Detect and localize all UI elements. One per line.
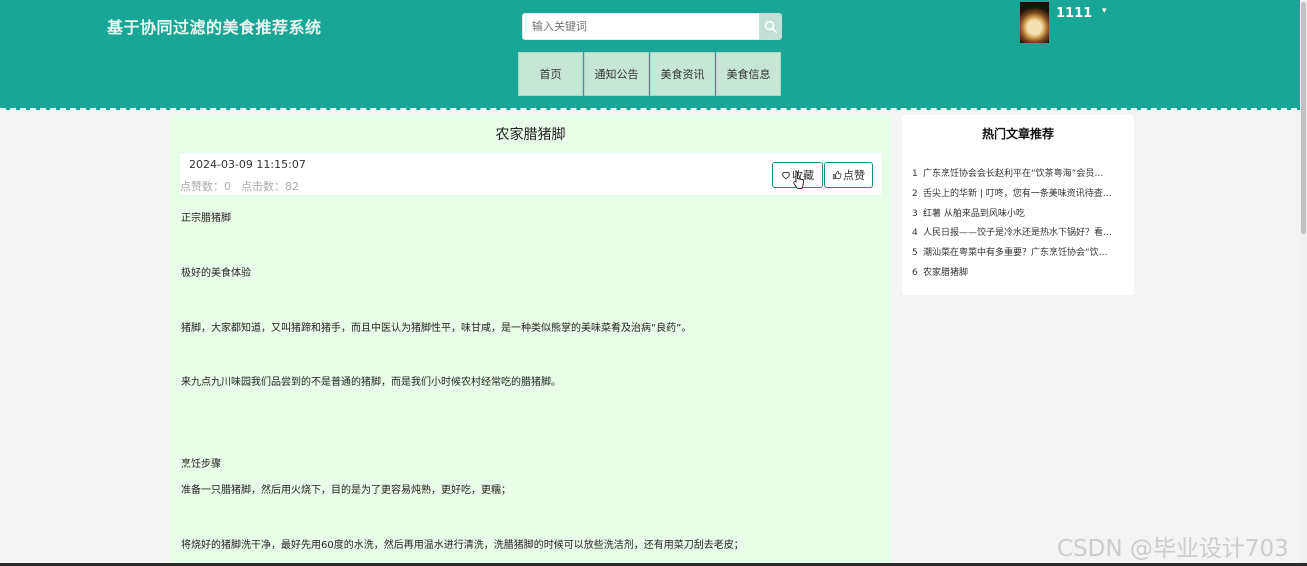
like-button[interactable]: 点赞 (824, 162, 873, 188)
nav-food-news[interactable]: 美食资讯 (650, 52, 715, 96)
hot-article-title: 农家腊猪脚 (923, 268, 969, 278)
user-name[interactable]: 1111 (1056, 6, 1092, 21)
hot-article-number: 1 (912, 169, 918, 179)
hot-article-number: 4 (912, 228, 918, 238)
hot-article-number: 3 (912, 209, 918, 219)
hot-article-item[interactable]: 4 人民日报——饺子是冷水还是热水下锅好？看… (912, 225, 1126, 239)
nav-food-info[interactable]: 美食信息 (716, 52, 781, 96)
article-meta: 2024-03-09 11:15:07 点赞数：0 点击数：82 收藏 点赞 (180, 153, 881, 195)
hot-article-item[interactable]: 5 潮汕菜在粤菜中有多重要？广东烹饪协会“饮… (912, 245, 1126, 259)
scrollbar-thumb[interactable] (1301, 2, 1306, 234)
mouse-cursor-icon (793, 171, 805, 189)
thumbs-up-icon (832, 170, 842, 180)
article-title: 农家腊猪脚 (495, 127, 566, 143)
user-menu-caret-icon[interactable]: ▾ (1102, 6, 1107, 16)
like-label: 点赞 (843, 169, 865, 182)
hot-article-title: 红薯 从舶来品到风味小吃 (923, 209, 1025, 219)
hot-article-number: 5 (912, 248, 918, 258)
search-icon (764, 20, 777, 33)
article-paragraph: 正宗腊猪脚 (181, 213, 231, 224)
main-nav: 首页 通知公告 美食资讯 美食信息 (518, 52, 781, 97)
article-paragraph: 来九点九川味园我们品尝到的不是普通的猪脚，而是我们小时候农村经常吃的腊猪脚。 (181, 377, 561, 388)
hot-article-number: 6 (912, 268, 918, 278)
hot-article-title: 舌尖上的华新 | 叮咚，您有一条美味资讯待查… (923, 189, 1112, 199)
like-count: 点赞数：0 (180, 180, 231, 193)
article-paragraph: 准备一只腊猪脚，然后用火烧下，目的是为了更容易炖熟，更好吃，更糯； (181, 485, 511, 496)
hot-article-title: 人民日报——饺子是冷水还是热水下锅好？看… (923, 228, 1113, 238)
article-paragraph: 猪脚，大家都知道，又叫猪蹄和猪手，而且中医认为猪脚性平，味甘咸，是一种类似熊掌的… (181, 323, 692, 334)
brand-title[interactable]: 基于协同过滤的美食推荐系统 (107, 14, 322, 38)
sidebar-title: 热门文章推荐 (981, 127, 1054, 141)
article-panel: 农家腊猪脚 2024-03-09 11:15:07 点赞数：0 点击数：82 收… (170, 115, 891, 566)
hot-article-title: 潮汕菜在粤菜中有多重要？广东烹饪协会“饮… (923, 248, 1108, 258)
hot-article-item[interactable]: 2 舌尖上的华新 | 叮咚，您有一条美味资讯待查… (912, 186, 1126, 200)
article-date: 2024-03-09 11:15:07 (189, 158, 306, 171)
search-button[interactable] (759, 13, 782, 40)
article-paragraph: 将烧好的猪脚洗干净，最好先用60度的水洗，然后再用温水进行清洗，洗腊猪脚的时候可… (181, 540, 744, 551)
hot-article-number: 2 (912, 189, 918, 199)
hot-article-item[interactable]: 3 红薯 从舶来品到风味小吃 (912, 206, 1126, 220)
user-avatar[interactable] (1020, 2, 1049, 43)
article-paragraph: 极好的美食体验 (181, 268, 251, 279)
hot-article-title: 广东烹饪协会会长赵利平在“饮茶粤海”会员… (923, 169, 1104, 179)
nav-home[interactable]: 首页 (518, 52, 583, 96)
article-paragraph: 烹饪步骤 (181, 459, 221, 470)
click-count: 点击数：82 (241, 180, 299, 193)
nav-notices[interactable]: 通知公告 (584, 52, 649, 96)
watermark: CSDN @毕业设计703 (1057, 536, 1289, 562)
heart-icon (782, 171, 790, 180)
hot-article-item[interactable]: 6 农家腊猪脚 (912, 265, 1126, 279)
hot-article-item[interactable]: 1 广东烹饪协会会长赵利平在“饮茶粤海”会员… (912, 166, 1126, 180)
search-input[interactable] (522, 13, 760, 40)
hot-articles-sidebar: 热门文章推荐 1 广东烹饪协会会长赵利平在“饮茶粤海”会员… 2 舌尖上的华新 | … (902, 115, 1134, 295)
